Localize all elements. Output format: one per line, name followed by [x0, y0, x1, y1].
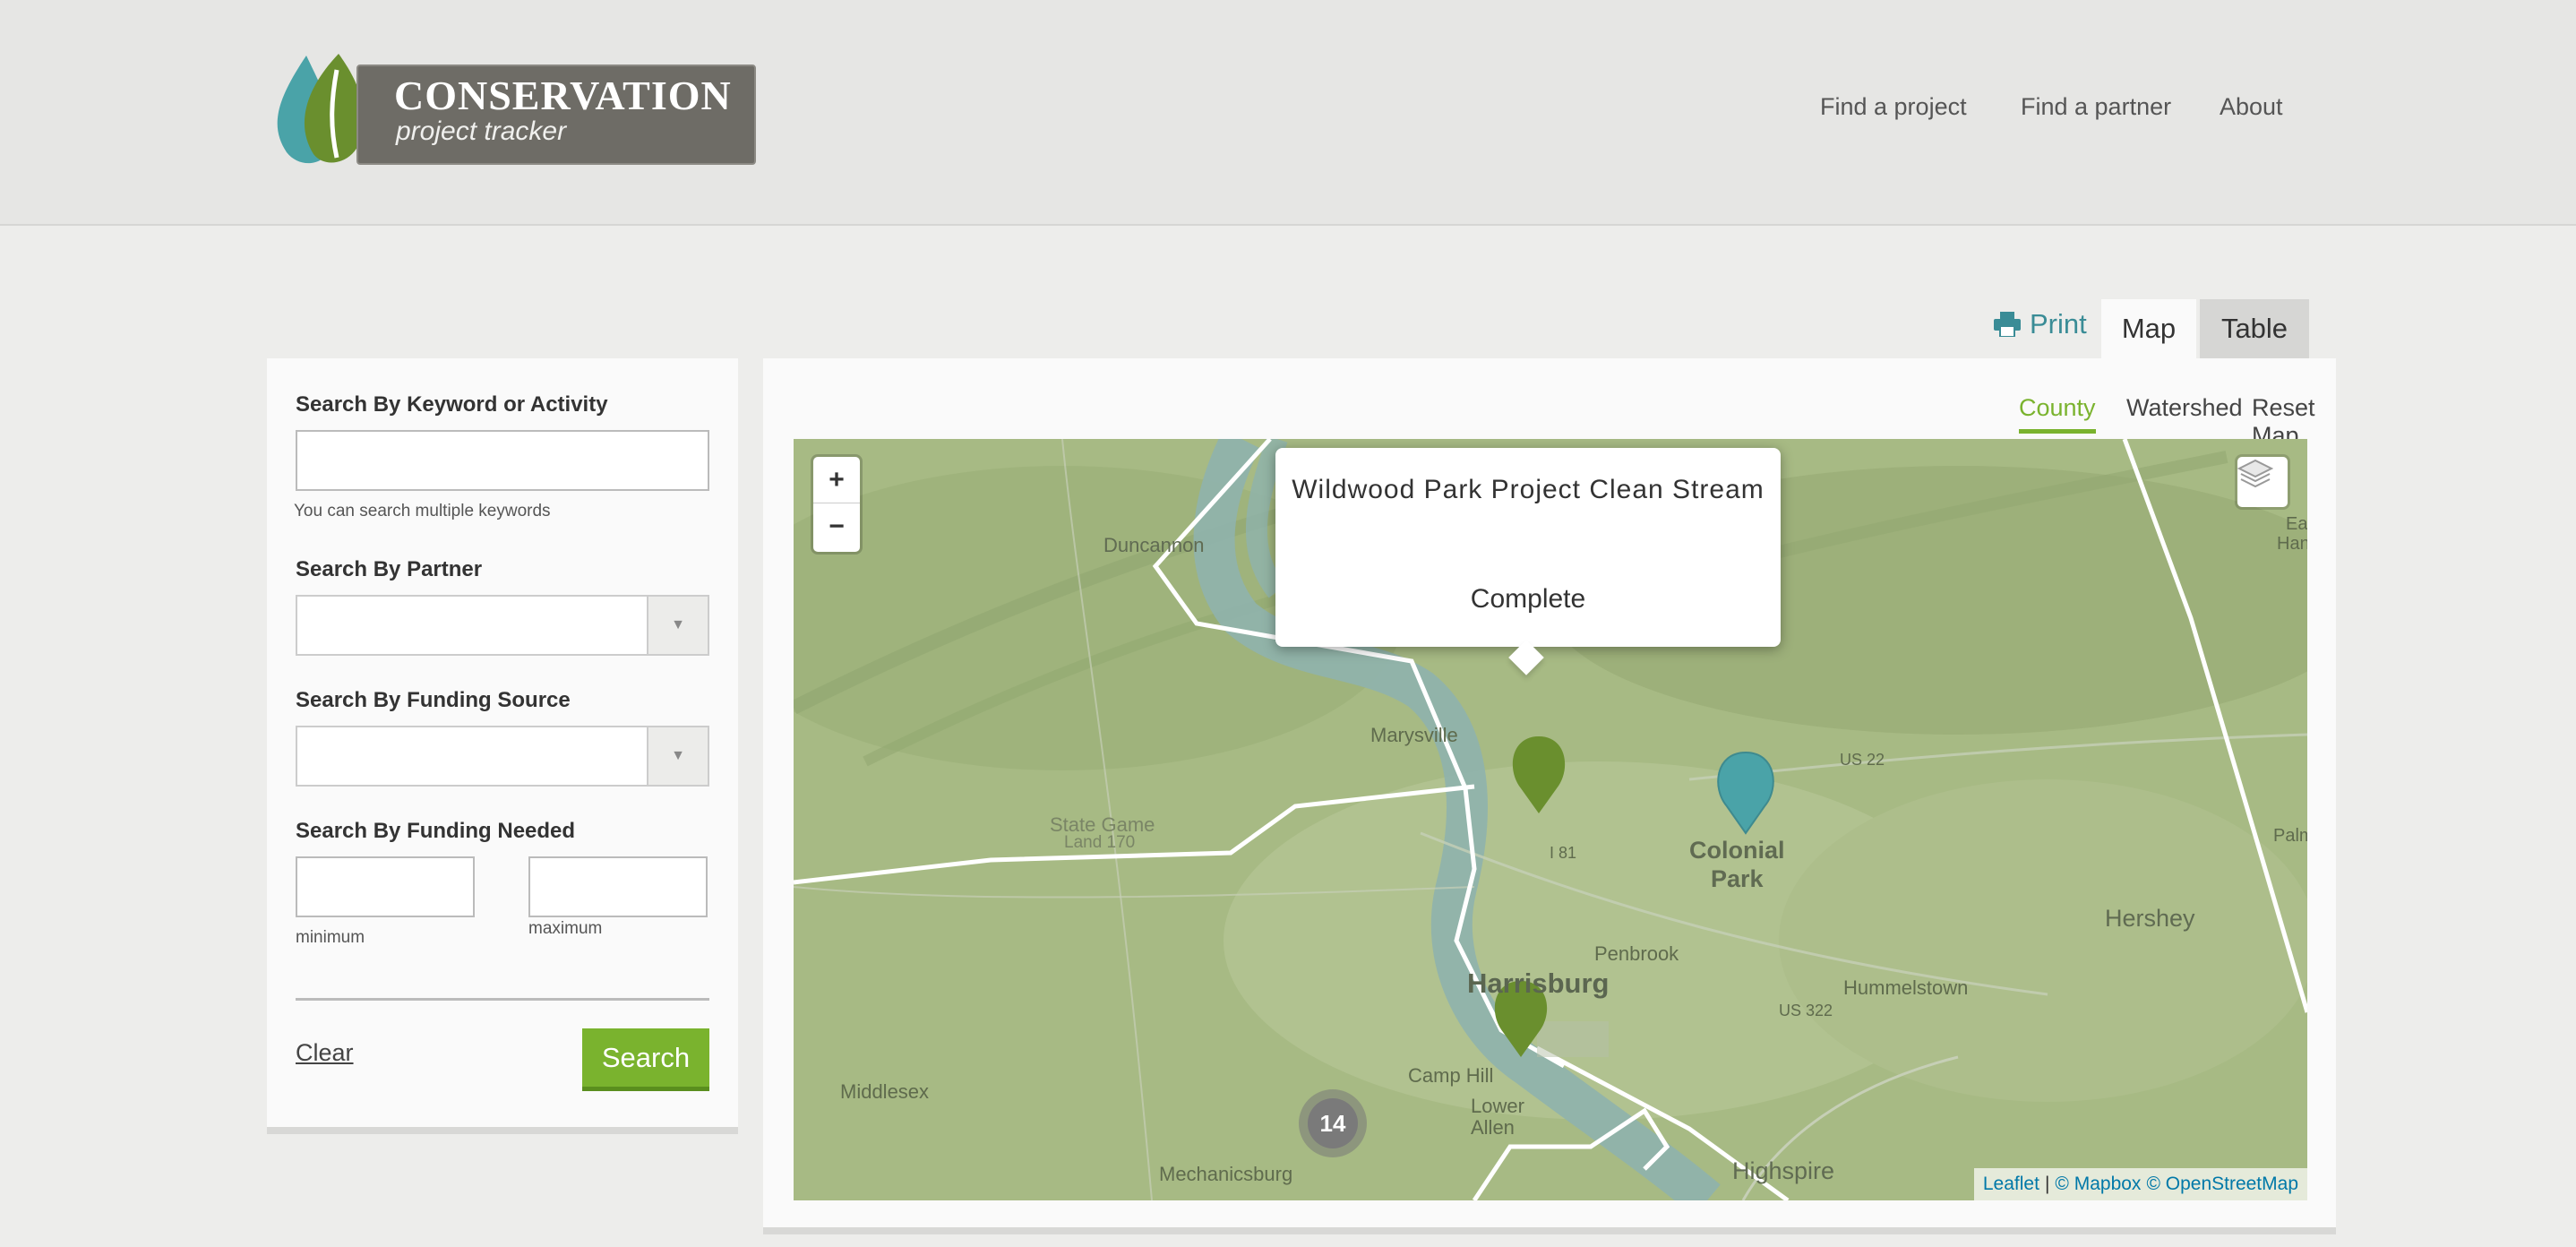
place-label: Middlesex	[840, 1080, 930, 1103]
funding-min-input[interactable]	[296, 856, 475, 917]
layers-control[interactable]	[2237, 457, 2288, 507]
place-label: Mechanicsburg	[1159, 1163, 1293, 1185]
popup-title: Wildwood Park Project Clean Stream	[1292, 475, 1765, 504]
search-sidebar: Search By Keyword or Activity You can se…	[267, 358, 738, 1134]
print-label: Print	[2030, 308, 2087, 340]
place-label: Hershey	[2105, 905, 2195, 932]
funding-max-help: maximum	[528, 919, 603, 938]
place-label: Park	[1711, 865, 1764, 892]
site-logo[interactable]: CONSERVATION project tracker	[269, 54, 758, 168]
road-label: US 322	[1779, 1002, 1833, 1019]
place-label: Colonial	[1689, 837, 1785, 864]
place-label: Lower	[1471, 1095, 1524, 1117]
osm-link[interactable]: © OpenStreetMap	[2146, 1174, 2298, 1195]
print-link[interactable]: Print	[1994, 308, 2087, 340]
printer-icon	[1994, 312, 2021, 337]
zoom-out-button[interactable]: −	[813, 503, 860, 550]
keyword-input[interactable]	[296, 430, 709, 491]
partner-label: Search By Partner	[296, 557, 483, 581]
place-label: Allen	[1471, 1116, 1515, 1139]
keyword-label: Search By Keyword or Activity	[296, 392, 608, 417]
logo-subtitle: project tracker	[396, 116, 567, 146]
attribution-separator: |	[2044, 1174, 2050, 1194]
project-popup[interactable]: Wildwood Park Project Clean Stream Compl…	[1275, 448, 1781, 675]
tab-table[interactable]: Table	[2200, 299, 2309, 358]
place-label: Ea	[2286, 514, 2307, 534]
layers-icon	[2237, 459, 2273, 488]
logo-title: CONSERVATION	[394, 73, 732, 118]
place-label: Han	[2277, 534, 2307, 554]
place-label: Palm	[2273, 826, 2307, 846]
place-label: Land 170	[1064, 833, 1136, 852]
sidebar-divider	[296, 998, 709, 1001]
zoom-in-button[interactable]: +	[813, 457, 860, 503]
funding-max-input[interactable]	[528, 856, 708, 917]
marker-cluster[interactable]: 14	[1299, 1089, 1367, 1157]
place-label: Harrisburg	[1467, 968, 1610, 999]
mapbox-link[interactable]: © Mapbox	[2055, 1174, 2141, 1195]
nav-about[interactable]: About	[2220, 93, 2283, 121]
funding-source-select[interactable]: ▼	[296, 726, 709, 787]
cluster-count: 14	[1308, 1098, 1358, 1148]
place-label: Duncannon	[1103, 534, 1205, 556]
place-label: Penbrook	[1594, 942, 1679, 965]
tab-map[interactable]: Map	[2101, 299, 2196, 358]
partner-select[interactable]: ▼	[296, 595, 709, 656]
nav-find-partner[interactable]: Find a partner	[2021, 93, 2171, 121]
chevron-down-icon[interactable]: ▼	[647, 597, 708, 654]
place-label: Marysville	[1370, 724, 1458, 746]
tab-watershed[interactable]: Watershed	[2126, 394, 2243, 429]
map-attribution: Leaflet | © Mapbox © OpenStreetMap	[1973, 1168, 2307, 1200]
funding-needed-label: Search By Funding Needed	[296, 819, 576, 843]
site-header: CONSERVATION project tracker Find a proj…	[0, 0, 2576, 226]
tab-county[interactable]: County	[2019, 394, 2096, 434]
search-button[interactable]: Search	[582, 1028, 709, 1091]
popup-status: Complete	[1470, 584, 1586, 614]
zoom-control: + −	[813, 457, 860, 552]
keyword-help: You can search multiple keywords	[294, 502, 551, 520]
funding-source-label: Search By Funding Source	[296, 688, 571, 712]
map-panel: County Watershed Reset Map Duncannon Mar…	[763, 358, 2336, 1234]
place-label: Highspire	[1732, 1157, 1835, 1184]
clear-button[interactable]: Clear	[296, 1039, 354, 1067]
road-label: US 22	[1840, 751, 1885, 769]
road-label: I 81	[1550, 844, 1577, 862]
place-label: Hummelstown	[1843, 976, 1969, 999]
funding-min-help: minimum	[296, 928, 365, 947]
nav-find-project[interactable]: Find a project	[1820, 93, 1967, 121]
chevron-down-icon[interactable]: ▼	[647, 727, 708, 785]
place-label: Camp Hill	[1408, 1064, 1494, 1087]
leaflet-link[interactable]: Leaflet	[1983, 1174, 2039, 1195]
map-canvas[interactable]: Duncannon Marysville State Game Land 170…	[794, 439, 2307, 1200]
